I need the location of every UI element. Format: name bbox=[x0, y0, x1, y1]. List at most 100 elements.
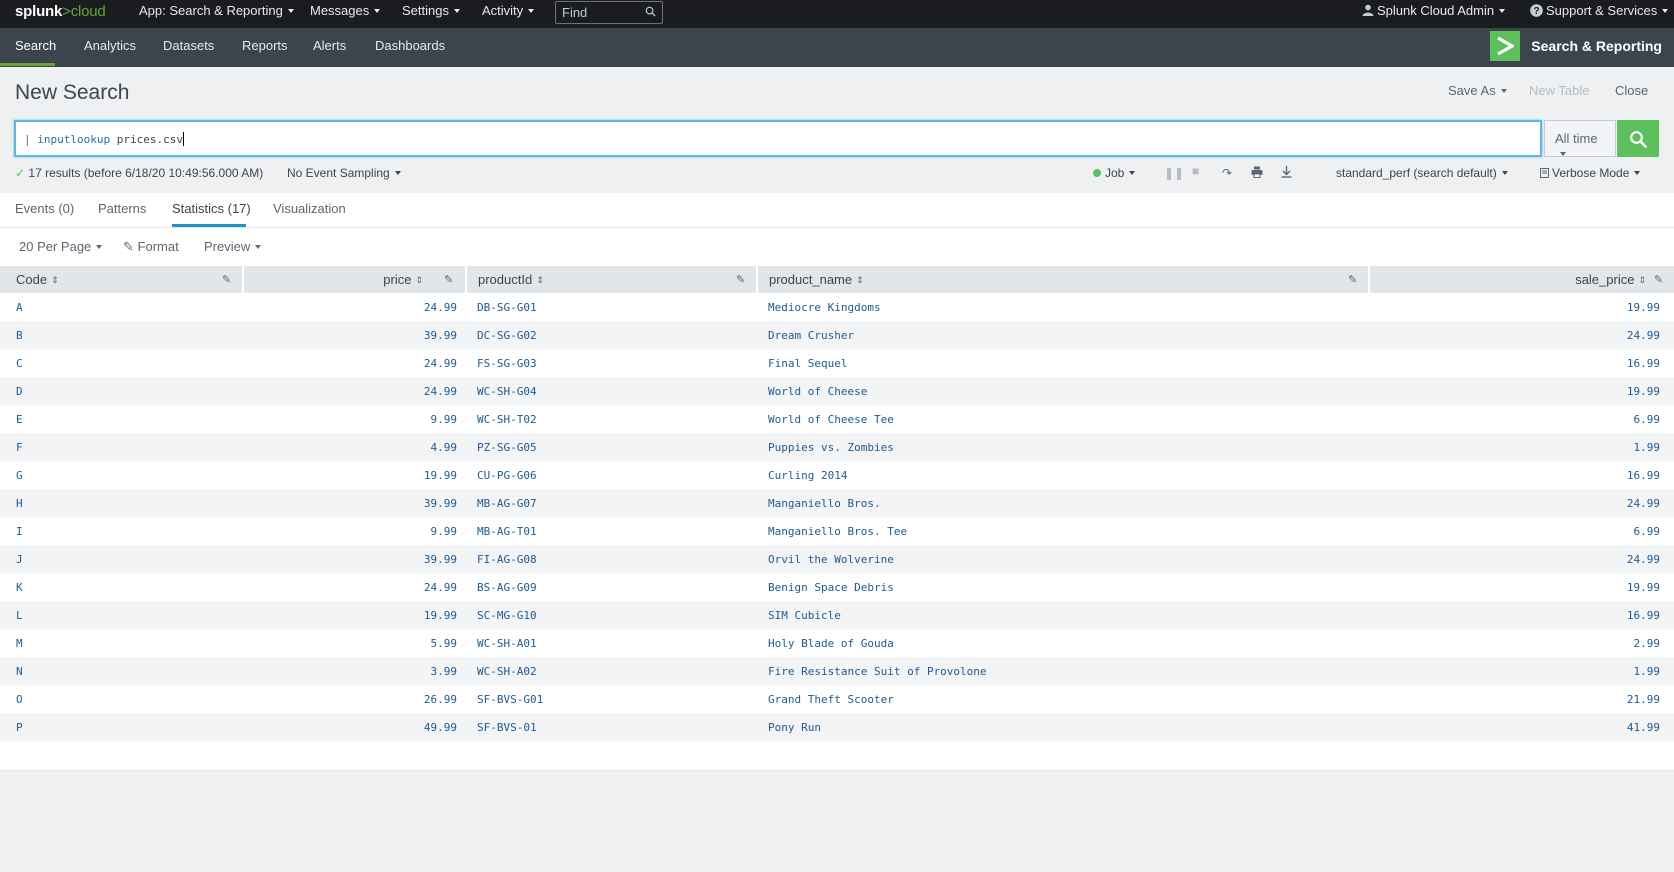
cell-code[interactable]: F bbox=[16, 441, 23, 454]
cell-product-name[interactable]: Puppies vs. Zombies bbox=[768, 441, 894, 454]
cell-sale-price[interactable]: 41.99 bbox=[1627, 721, 1660, 734]
cell-productid[interactable]: MB-AG-G07 bbox=[477, 497, 537, 510]
splunk-cloud-logo[interactable]: splunk>cloud bbox=[15, 3, 106, 20]
cell-productid[interactable]: SF-BVS-01 bbox=[477, 721, 537, 734]
tab-patterns[interactable]: Patterns bbox=[98, 201, 146, 216]
cell-productid[interactable]: DC-SG-G02 bbox=[477, 329, 537, 342]
cell-product-name[interactable]: Holy Blade of Gouda bbox=[768, 637, 894, 650]
event-sampling-dropdown[interactable]: No Event Sampling bbox=[287, 166, 401, 180]
cell-product-name[interactable]: Pony Run bbox=[768, 721, 821, 734]
cell-product-name[interactable]: World of Cheese Tee bbox=[768, 413, 894, 426]
cell-price[interactable]: 24.99 bbox=[424, 385, 457, 398]
save-as-button[interactable]: Save As bbox=[1448, 83, 1507, 98]
cell-price[interactable]: 39.99 bbox=[424, 329, 457, 342]
time-range-picker[interactable]: All time bbox=[1544, 120, 1616, 157]
support-menu[interactable]: ? Support & Services bbox=[1530, 3, 1669, 18]
cell-product-name[interactable]: Grand Theft Scooter bbox=[768, 693, 894, 706]
cell-code[interactable]: D bbox=[16, 385, 23, 398]
cell-code[interactable]: K bbox=[16, 581, 23, 594]
cell-code[interactable]: N bbox=[16, 665, 23, 678]
cell-price[interactable]: 3.99 bbox=[431, 665, 458, 678]
cell-sale-price[interactable]: 16.99 bbox=[1627, 469, 1660, 482]
per-page-dropdown[interactable]: 20 Per Page bbox=[19, 239, 103, 254]
cell-sale-price[interactable]: 1.99 bbox=[1634, 665, 1661, 678]
cell-sale-price[interactable]: 6.99 bbox=[1634, 525, 1661, 538]
cell-productid[interactable]: WC-SH-G04 bbox=[477, 385, 537, 398]
pencil-icon[interactable]: ✎ bbox=[736, 273, 745, 286]
cell-price[interactable]: 39.99 bbox=[424, 553, 457, 566]
cell-sale-price[interactable]: 1.99 bbox=[1634, 441, 1661, 454]
stop-icon[interactable]: ■ bbox=[1192, 164, 1199, 178]
column-header-price[interactable]: price ⇕ ✎ bbox=[244, 266, 467, 293]
cell-sale-price[interactable]: 19.99 bbox=[1627, 301, 1660, 314]
cell-productid[interactable]: WC-SH-A02 bbox=[477, 665, 537, 678]
cell-code[interactable]: O bbox=[16, 693, 23, 706]
cell-product-name[interactable]: Fire Resistance Suit of Provolone bbox=[768, 665, 987, 678]
pause-icon[interactable]: ❚❚ bbox=[1164, 166, 1184, 180]
cell-price[interactable]: 4.99 bbox=[431, 441, 458, 454]
nav-item-alerts[interactable]: Alerts bbox=[313, 38, 346, 53]
nav-item-analytics[interactable]: Analytics bbox=[84, 38, 136, 53]
run-search-button[interactable] bbox=[1617, 120, 1659, 157]
cell-productid[interactable]: DB-SG-G01 bbox=[477, 301, 537, 314]
cell-price[interactable]: 24.99 bbox=[424, 301, 457, 314]
cell-product-name[interactable]: Final Sequel bbox=[768, 357, 847, 370]
cell-productid[interactable]: SC-MG-G10 bbox=[477, 609, 537, 622]
cell-product-name[interactable]: Mediocre Kingdoms bbox=[768, 301, 881, 314]
cell-code[interactable]: B bbox=[16, 329, 23, 342]
pencil-icon[interactable]: ✎ bbox=[1348, 273, 1357, 286]
cell-product-name[interactable]: Manganiello Bros. bbox=[768, 497, 881, 510]
cell-product-name[interactable]: SIM Cubicle bbox=[768, 609, 841, 622]
cell-price[interactable]: 19.99 bbox=[424, 609, 457, 622]
cell-productid[interactable]: SF-BVS-G01 bbox=[477, 693, 543, 706]
cell-product-name[interactable]: Orvil the Wolverine bbox=[768, 553, 894, 566]
cell-code[interactable]: G bbox=[16, 469, 23, 482]
user-menu[interactable]: Splunk Cloud Admin bbox=[1362, 3, 1506, 18]
cell-code[interactable]: J bbox=[16, 553, 23, 566]
cell-productid[interactable]: CU-PG-G06 bbox=[477, 469, 537, 482]
cell-price[interactable]: 9.99 bbox=[431, 525, 458, 538]
cell-sale-price[interactable]: 2.99 bbox=[1634, 637, 1661, 650]
cell-productid[interactable]: MB-AG-T01 bbox=[477, 525, 537, 538]
column-header-code[interactable]: Code ⇕ ✎ bbox=[0, 266, 244, 293]
cell-product-name[interactable]: World of Cheese bbox=[768, 385, 867, 398]
pencil-icon[interactable]: ✎ bbox=[222, 273, 231, 286]
tab-statistics[interactable]: Statistics (17) bbox=[172, 201, 251, 216]
nav-item-reports[interactable]: Reports bbox=[242, 38, 288, 53]
pencil-icon[interactable]: ✎ bbox=[444, 273, 453, 286]
settings-menu[interactable]: Settings bbox=[402, 3, 460, 18]
search-perf-dropdown[interactable]: standard_perf (search default) bbox=[1336, 166, 1508, 180]
cell-product-name[interactable]: Benign Space Debris bbox=[768, 581, 894, 594]
cell-code[interactable]: H bbox=[16, 497, 23, 510]
cell-price[interactable]: 39.99 bbox=[424, 497, 457, 510]
cell-price[interactable]: 19.99 bbox=[424, 469, 457, 482]
cell-sale-price[interactable]: 6.99 bbox=[1634, 413, 1661, 426]
cell-price[interactable]: 24.99 bbox=[424, 357, 457, 370]
cell-code[interactable]: I bbox=[16, 525, 23, 538]
activity-menu[interactable]: Activity bbox=[482, 3, 535, 18]
tab-visualization[interactable]: Visualization bbox=[273, 201, 346, 216]
cell-sale-price[interactable]: 24.99 bbox=[1627, 497, 1660, 510]
cell-code[interactable]: L bbox=[16, 609, 23, 622]
messages-menu[interactable]: Messages bbox=[310, 3, 381, 18]
cell-code[interactable]: C bbox=[16, 357, 23, 370]
cell-sale-price[interactable]: 24.99 bbox=[1627, 329, 1660, 342]
cell-productid[interactable]: BS-AG-G09 bbox=[477, 581, 537, 594]
cell-sale-price[interactable]: 19.99 bbox=[1627, 385, 1660, 398]
preview-dropdown[interactable]: Preview bbox=[204, 239, 262, 254]
column-header-productid[interactable]: productId ⇕ ✎ bbox=[467, 266, 758, 293]
cell-sale-price[interactable]: 19.99 bbox=[1627, 581, 1660, 594]
cell-productid[interactable]: FS-SG-G03 bbox=[477, 357, 537, 370]
cell-sale-price[interactable]: 16.99 bbox=[1627, 357, 1660, 370]
cell-productid[interactable]: FI-AG-G08 bbox=[477, 553, 537, 566]
column-header-product-name[interactable]: product_name ⇕ ✎ bbox=[758, 266, 1370, 293]
cell-sale-price[interactable]: 24.99 bbox=[1627, 553, 1660, 566]
nav-item-dashboards[interactable]: Dashboards bbox=[375, 38, 445, 53]
cell-product-name[interactable]: Dream Crusher bbox=[768, 329, 854, 342]
cell-code[interactable]: M bbox=[16, 637, 23, 650]
tab-events[interactable]: Events (0) bbox=[15, 201, 74, 216]
export-icon[interactable] bbox=[1281, 166, 1292, 181]
cell-productid[interactable]: WC-SH-T02 bbox=[477, 413, 537, 426]
app-menu[interactable]: App: Search & Reporting bbox=[139, 3, 294, 18]
print-icon[interactable] bbox=[1251, 166, 1263, 181]
